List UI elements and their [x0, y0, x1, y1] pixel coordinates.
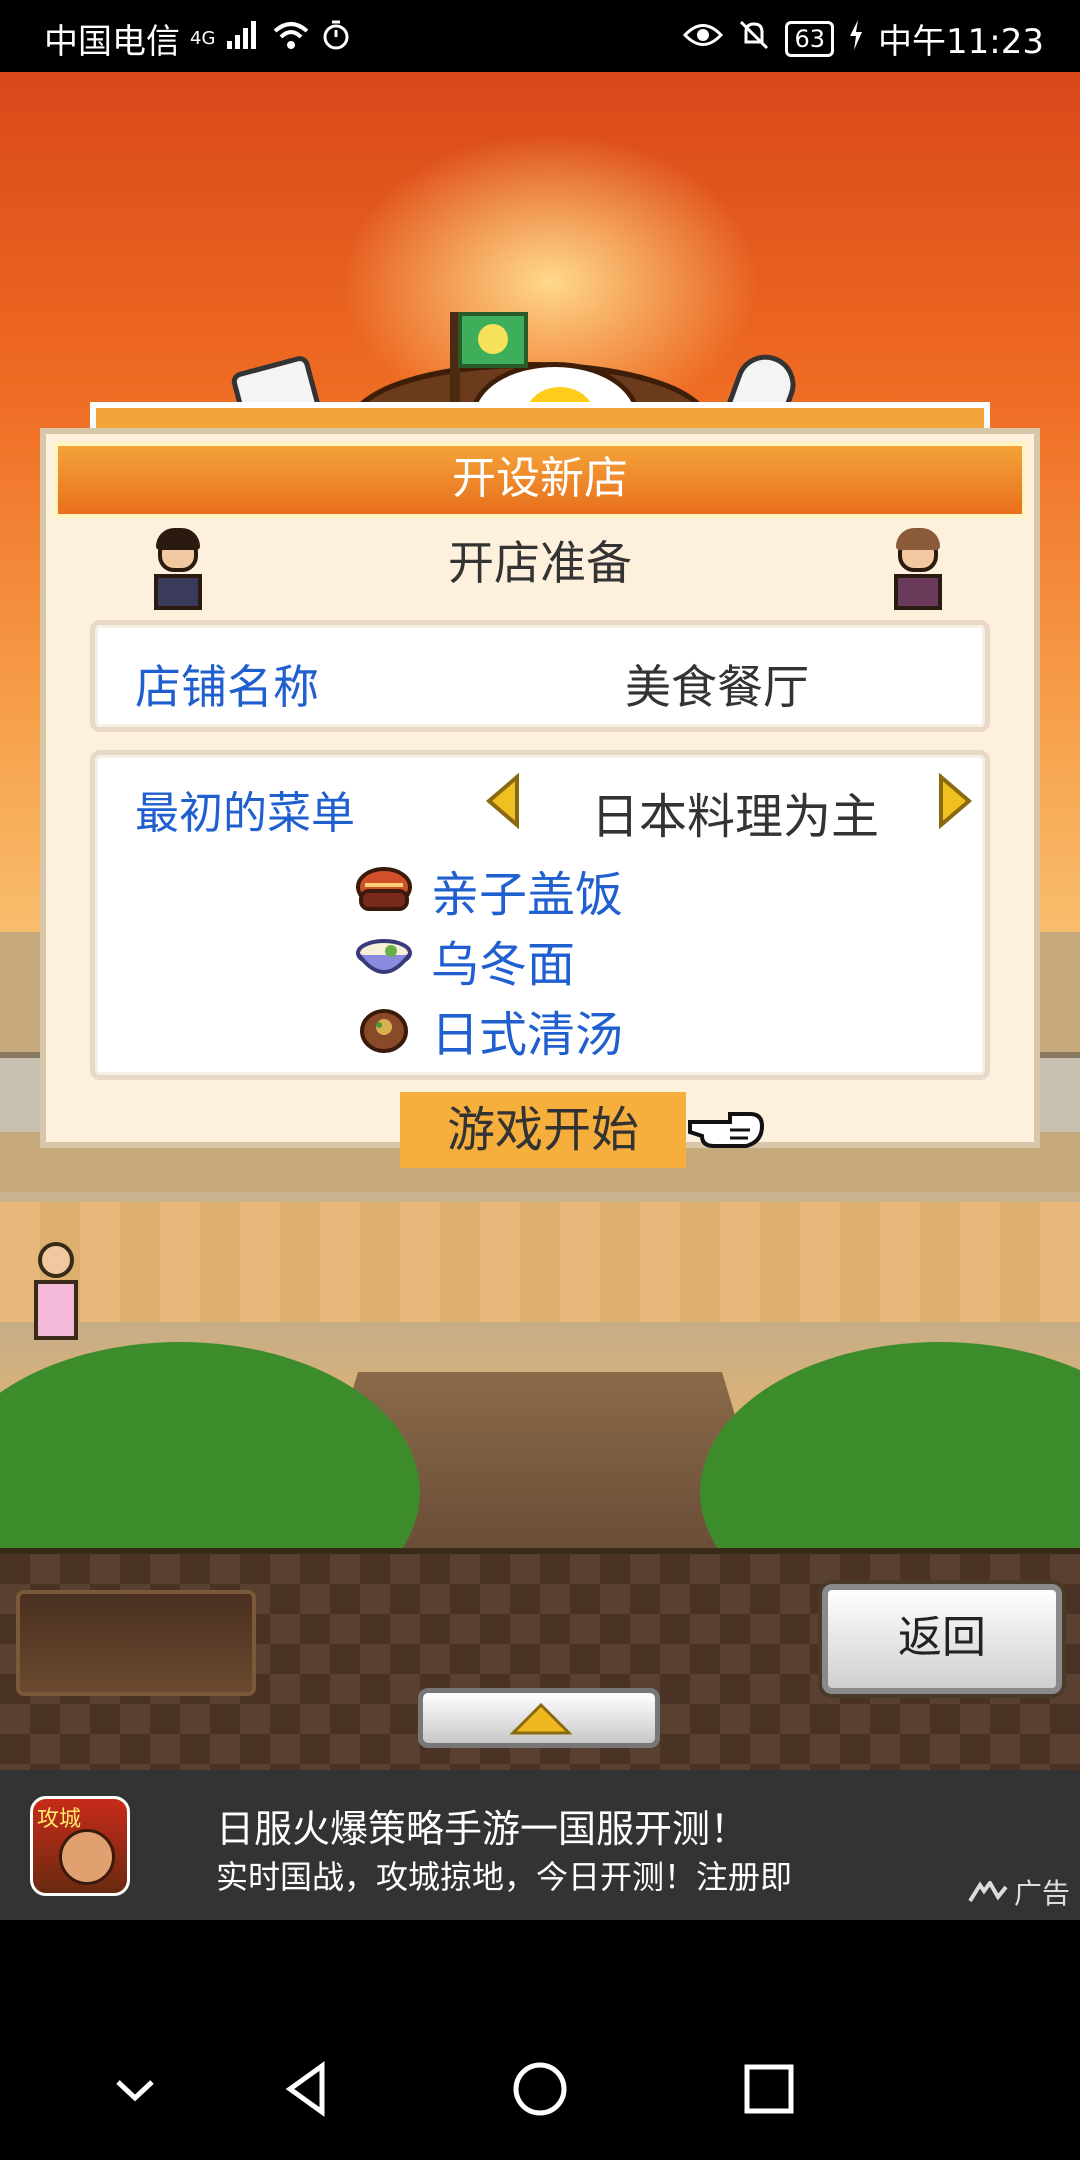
new-shop-dialog: 开设新店 开店准备 店铺名称 美食餐厅 最初的菜单 日本料理为主 亲子盖饭 乌冬…: [40, 428, 1040, 1168]
expand-up-button[interactable]: [418, 1688, 660, 1748]
menu-prev-arrow-icon[interactable]: [483, 772, 523, 830]
ad-icon-tag: 攻城: [37, 1807, 82, 1832]
ad-app-icon[interactable]: 攻城: [30, 1796, 130, 1896]
dish-item: 日式清汤: [355, 995, 623, 1065]
rice-bowl-icon: [356, 867, 412, 911]
female-staff-avatar: [886, 528, 950, 612]
menu-next-arrow-icon[interactable]: [935, 772, 975, 830]
status-left: 中国电信 4G: [44, 14, 351, 63]
dish-item: 亲子盖饭: [355, 855, 623, 925]
dish-item: 乌冬面: [355, 925, 575, 995]
initial-menu-label: 最初的菜单: [135, 788, 355, 839]
avatar-hair: [896, 528, 940, 550]
system-nav-bar: [0, 2010, 1080, 2160]
nav-home-button[interactable]: [505, 2054, 575, 2124]
ad-network-logo-icon: [968, 1881, 1008, 1903]
ad-label: 广告: [968, 1872, 1070, 1912]
walker-body: [34, 1280, 78, 1340]
timer-icon: [321, 19, 351, 59]
walking-customer-sprite: [20, 1242, 90, 1362]
triangle-back-icon: [285, 2061, 325, 2117]
clock: 中午11:23: [878, 22, 1044, 62]
udon-bowl-icon: [356, 939, 412, 974]
menu-cuisine-value: 日本料理为主: [590, 789, 879, 845]
carrier-name: 中国电信: [44, 22, 180, 62]
signal-icon: [225, 19, 261, 59]
info-slot: [16, 1590, 256, 1696]
initial-menu-panel: 最初的菜单 日本料理为主 亲子盖饭 乌冬面 日式清汤: [90, 750, 990, 1080]
ad-banner[interactable]: 攻城 日服火爆策略手游一国服开测！ 实时国战，攻城掠地，今日开测！注册即 广告: [0, 1770, 1080, 1920]
brick-road: [0, 1202, 1080, 1322]
start-game-button[interactable]: 游戏开始: [400, 1092, 686, 1168]
circle-home-icon: [513, 2062, 567, 2116]
game-bottom-bar: 返回: [0, 1548, 1080, 1770]
dish-name: 日式清汤: [431, 1007, 624, 1063]
flag-sun-icon: [478, 324, 508, 354]
dialog-title: 开设新店: [54, 442, 1026, 518]
dish-name: 乌冬面: [431, 937, 576, 993]
charging-icon: [848, 19, 864, 58]
screen-gap: [0, 1920, 1080, 2010]
wifi-icon: [271, 19, 311, 59]
ad-icon-face: [59, 1829, 115, 1885]
nav-back-button[interactable]: [272, 2054, 342, 2124]
shop-name-value[interactable]: 美食餐厅: [625, 651, 809, 717]
avatar-body: [894, 574, 942, 610]
mute-bell-icon: [737, 18, 771, 60]
chevron-down-icon: [116, 2080, 154, 2102]
ad-description[interactable]: 实时国战，攻城掠地，今日开测！注册即: [216, 1852, 792, 1898]
back-button[interactable]: 返回: [822, 1584, 1062, 1694]
shop-name-field[interactable]: 店铺名称 美食餐厅: [90, 620, 990, 732]
square-recents-icon: [744, 2064, 794, 2114]
up-arrow-icon: [509, 1702, 573, 1735]
ad-title[interactable]: 日服火爆策略手游一国服开测！: [216, 1798, 748, 1853]
status-bar: 中国电信 4G 63 中午11:23: [0, 0, 1080, 72]
soup-bowl-icon: [360, 1009, 408, 1053]
network-type: 4G: [190, 28, 216, 49]
status-right: 63 中午11:23: [683, 14, 1044, 63]
nav-collapse-button[interactable]: [100, 2054, 170, 2124]
nav-recents-button[interactable]: [734, 2054, 804, 2124]
eye-icon: [683, 20, 724, 58]
pointing-hand-icon: [688, 1112, 765, 1148]
ad-label-text: 广告: [1013, 1877, 1070, 1910]
walker-head: [38, 1242, 74, 1278]
battery-level: 63: [785, 20, 835, 57]
shop-name-label: 店铺名称: [135, 660, 319, 714]
dish-name: 亲子盖饭: [431, 867, 624, 923]
